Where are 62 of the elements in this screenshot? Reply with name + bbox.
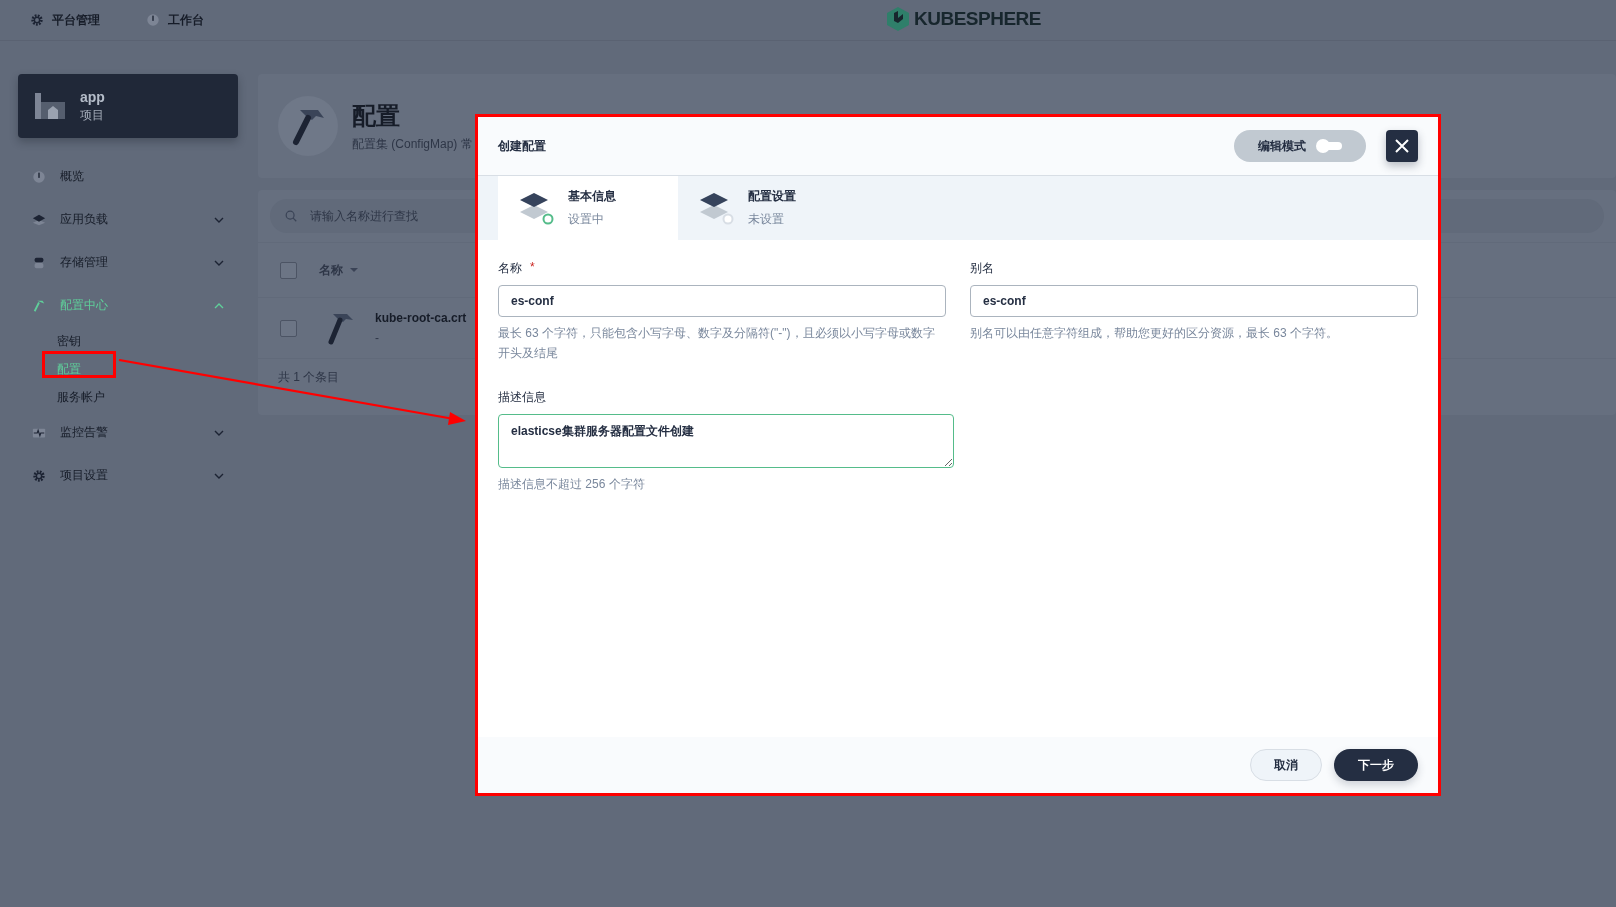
edit-mode-toggle[interactable]: 编辑模式: [1234, 130, 1366, 162]
sidebar-subitem[interactable]: 密钥: [57, 327, 81, 355]
gauge-icon: [146, 13, 160, 27]
sidebar-item[interactable]: 监控告警: [18, 411, 238, 454]
gear-icon: [32, 468, 46, 483]
field-hint: 最长 63 个字符，只能包含小写字母、数字及分隔符("-")，且必须以小写字母或数字开头及结尾: [498, 325, 936, 362]
gauge-icon: [32, 169, 46, 184]
layers-icon: [518, 191, 554, 225]
database-icon: [32, 255, 46, 270]
field-label: 名称: [498, 260, 522, 277]
next-button[interactable]: 下一步: [1334, 749, 1418, 781]
input-field[interactable]: es-conf: [970, 285, 1418, 317]
page-title: 配置: [352, 100, 401, 131]
logo-icon: [886, 6, 910, 32]
required-mark: *: [530, 260, 535, 276]
config-description: -: [375, 331, 380, 345]
field-label: 描述信息: [498, 389, 546, 406]
step-title: 基本信息: [568, 188, 616, 205]
sidebar-item[interactable]: 概览: [18, 155, 238, 198]
sidebar-item[interactable]: 存储管理: [18, 241, 238, 284]
input-field[interactable]: es-conf: [498, 285, 946, 317]
gear-icon: [30, 13, 44, 27]
step-tab[interactable]: 基本信息 设置中: [498, 176, 678, 240]
field-label: 别名: [970, 260, 994, 277]
step-title: 配置设置: [748, 188, 796, 205]
chevron-icon: [214, 302, 224, 309]
chevron-icon: [214, 259, 224, 266]
nav-link[interactable]: 平台管理: [30, 11, 100, 29]
project-name: app: [80, 88, 105, 105]
sort-icon[interactable]: [349, 267, 359, 273]
cancel-button[interactable]: 取消: [1250, 749, 1322, 781]
sidebar-item[interactable]: 项目设置: [18, 454, 238, 497]
column-header[interactable]: 名称: [319, 261, 343, 279]
select-all-checkbox[interactable]: [280, 261, 297, 279]
step-tab[interactable]: 配置设置 未设置: [678, 176, 858, 240]
logo-text: KUBESPHERE: [914, 8, 1041, 30]
step-status: 未设置: [748, 211, 785, 228]
sidebar-item[interactable]: 应用负载: [18, 198, 238, 241]
field-hint: 别名可以由任意字符组成，帮助您更好的区分资源，最长 63 个字符。: [970, 325, 1339, 342]
chevron-icon: [214, 472, 224, 479]
nav-link[interactable]: 工作台: [146, 11, 204, 29]
hammer-icon: [32, 298, 46, 313]
field-hint: 描述信息不超过 256 个字符: [498, 476, 646, 493]
chevron-icon: [214, 429, 224, 436]
close-button[interactable]: [1386, 130, 1418, 162]
close-icon: [1394, 138, 1410, 154]
row-checkbox[interactable]: [280, 319, 297, 337]
switch-icon: [1318, 142, 1342, 150]
project-card[interactable]: app 项目: [18, 74, 238, 138]
chevron-icon: [214, 216, 224, 223]
hammer-icon: [278, 96, 338, 156]
description-field[interactable]: elasticse集群服务器配置文件创建: [498, 414, 954, 468]
sidebar-subitem[interactable]: 配置: [57, 355, 81, 383]
project-icon: [34, 90, 66, 122]
step-status: 设置中: [568, 211, 605, 228]
layers-icon: [698, 191, 734, 225]
project-type: 项目: [80, 106, 105, 124]
sidebar-item[interactable]: 配置中心: [18, 284, 238, 327]
layers-icon: [32, 212, 46, 227]
sidebar-subitem[interactable]: 服务帐户: [57, 383, 105, 411]
config-name[interactable]: kube-root-ca.crt: [375, 311, 467, 325]
dialog-title: 创建配置: [498, 137, 546, 155]
